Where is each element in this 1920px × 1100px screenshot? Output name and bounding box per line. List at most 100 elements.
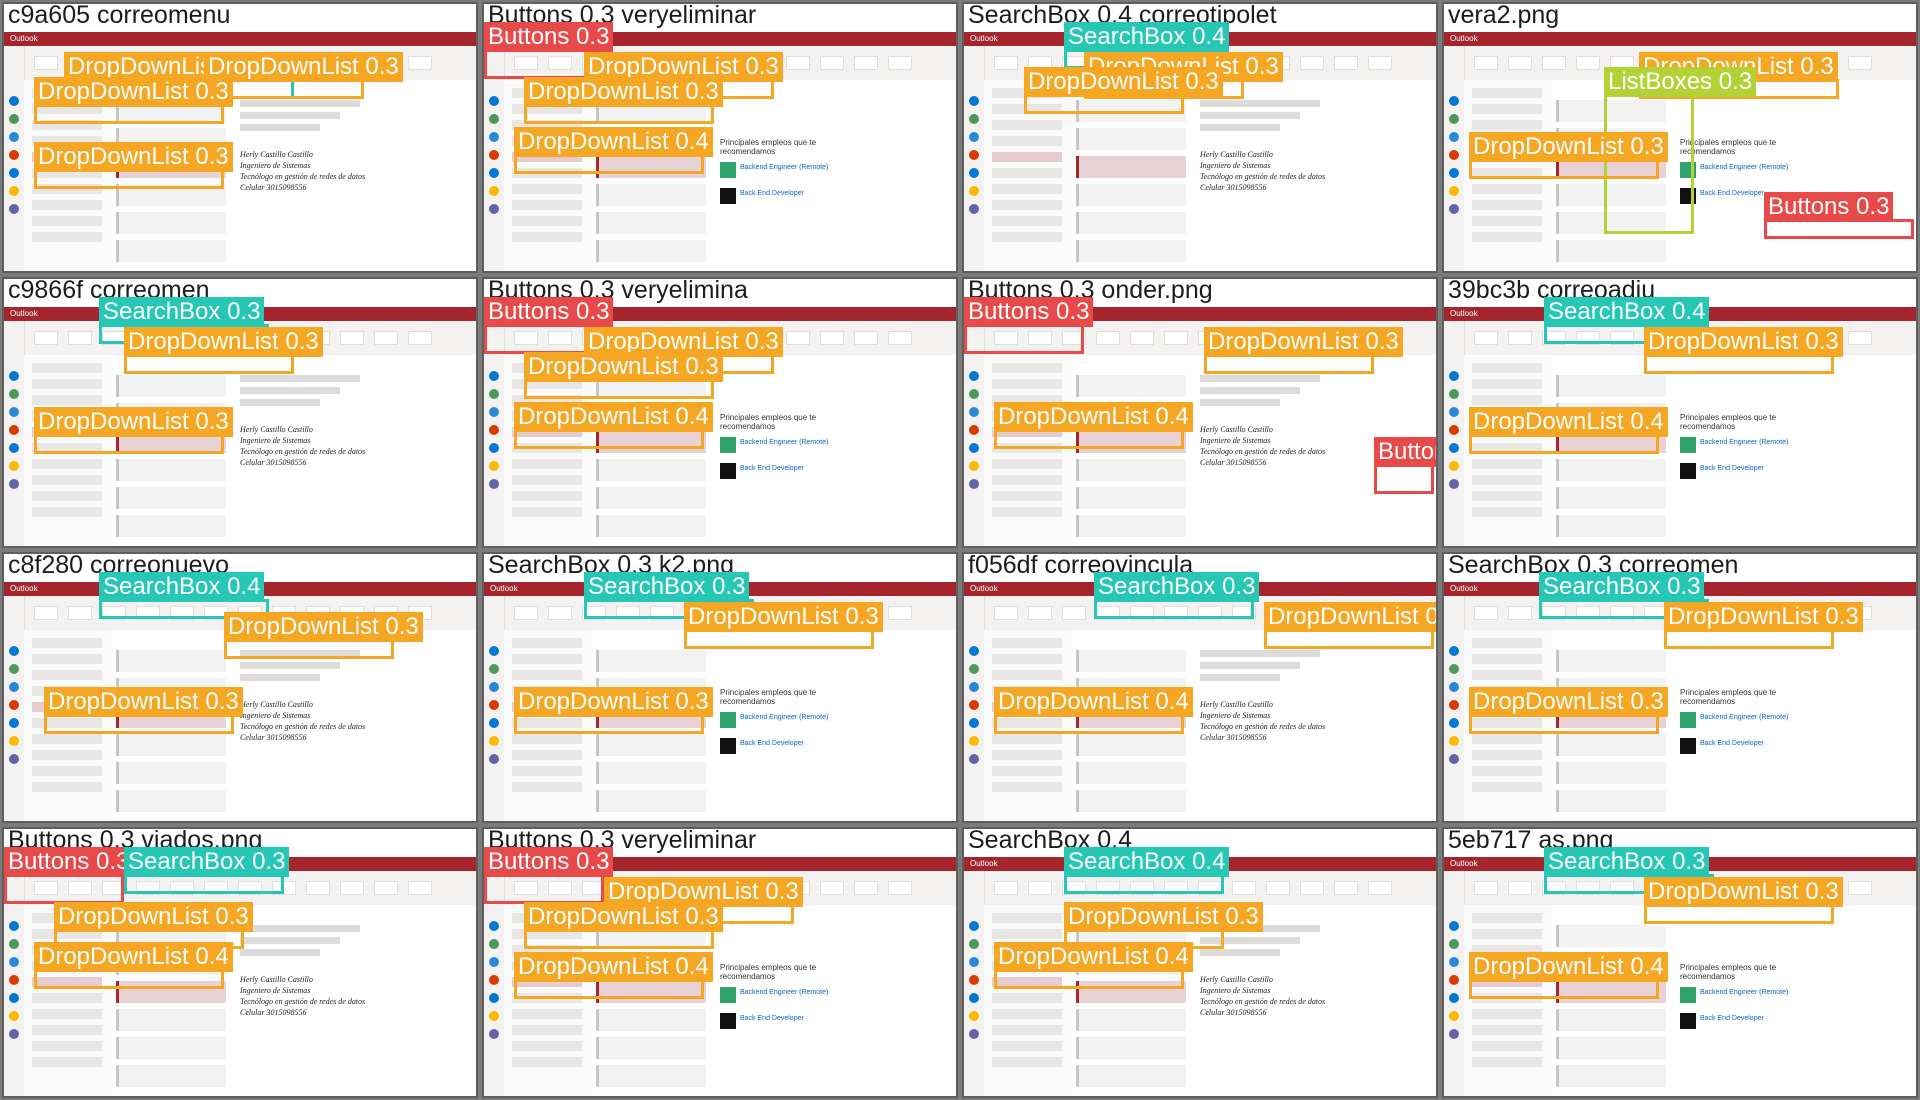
app-icon[interactable]: [1449, 114, 1459, 124]
message-item[interactable]: [116, 762, 226, 784]
ribbon-button[interactable]: [1848, 881, 1872, 895]
app-icon[interactable]: [969, 114, 979, 124]
app-icon[interactable]: [9, 479, 19, 489]
folder-item[interactable]: [1472, 200, 1542, 210]
message-item[interactable]: [116, 212, 226, 234]
folder-item[interactable]: [992, 913, 1062, 923]
app-icon[interactable]: [9, 718, 19, 728]
ribbon-button[interactable]: [408, 881, 432, 895]
folder-item[interactable]: [1472, 459, 1542, 469]
app-icon[interactable]: [969, 150, 979, 160]
folder-item[interactable]: [1472, 782, 1542, 792]
message-item[interactable]: [116, 375, 226, 397]
app-icon[interactable]: [9, 96, 19, 106]
app-icon[interactable]: [489, 754, 499, 764]
ribbon-button[interactable]: [820, 331, 844, 345]
folder-item[interactable]: [992, 993, 1062, 1003]
folder-item[interactable]: [32, 379, 102, 389]
folder-item[interactable]: [512, 1057, 582, 1067]
message-item[interactable]: [596, 734, 706, 756]
ribbon-button[interactable]: [1300, 881, 1324, 895]
message-item[interactable]: [1556, 1009, 1666, 1031]
message-item[interactable]: [1556, 487, 1666, 509]
app-icon[interactable]: [969, 204, 979, 214]
folder-item[interactable]: [32, 1057, 102, 1067]
app-icon[interactable]: [1449, 921, 1459, 931]
folder-item[interactable]: [512, 750, 582, 760]
ribbon-button[interactable]: [820, 56, 844, 70]
ribbon-button[interactable]: [408, 331, 432, 345]
job-title-link[interactable]: Back End Developer: [1700, 190, 1764, 197]
folder-item[interactable]: [992, 184, 1062, 194]
app-icon[interactable]: [489, 993, 499, 1003]
ribbon-button[interactable]: [1474, 606, 1498, 620]
folder-item[interactable]: [992, 1041, 1062, 1051]
app-icon[interactable]: [9, 993, 19, 1003]
ribbon-button[interactable]: [34, 56, 58, 70]
app-icon[interactable]: [489, 1029, 499, 1039]
folder-item[interactable]: [32, 475, 102, 485]
app-icon[interactable]: [9, 443, 19, 453]
app-icon[interactable]: [969, 479, 979, 489]
ribbon-button[interactable]: [854, 331, 878, 345]
folder-item[interactable]: [992, 491, 1062, 501]
app-icon[interactable]: [9, 461, 19, 471]
app-icon[interactable]: [1449, 186, 1459, 196]
folder-item[interactable]: [512, 654, 582, 664]
app-icon[interactable]: [1449, 700, 1459, 710]
app-icon[interactable]: [1449, 718, 1459, 728]
ribbon-button[interactable]: [1542, 56, 1566, 70]
app-icon[interactable]: [1449, 461, 1459, 471]
ribbon-button[interactable]: [888, 606, 912, 620]
folder-item[interactable]: [992, 232, 1062, 242]
app-icon[interactable]: [1449, 150, 1459, 160]
app-icon[interactable]: [9, 150, 19, 160]
ribbon-button[interactable]: [1062, 606, 1086, 620]
app-icon[interactable]: [489, 718, 499, 728]
folder-item[interactable]: [992, 766, 1062, 776]
ribbon-button[interactable]: [1474, 56, 1498, 70]
ribbon-button[interactable]: [994, 606, 1018, 620]
ribbon-button[interactable]: [1508, 881, 1532, 895]
message-item[interactable]: [116, 734, 226, 756]
job-title-link[interactable]: Backend Engineer (Remote): [740, 164, 828, 171]
folder-item[interactable]: [992, 475, 1062, 485]
folder-item[interactable]: [992, 136, 1062, 146]
app-icon[interactable]: [969, 682, 979, 692]
folder-item[interactable]: [992, 654, 1062, 664]
folder-item[interactable]: [1472, 363, 1542, 373]
ribbon-button[interactable]: [1848, 331, 1872, 345]
app-icon[interactable]: [969, 1029, 979, 1039]
message-item[interactable]: [116, 650, 226, 672]
message-item[interactable]: [116, 487, 226, 509]
ribbon-button[interactable]: [374, 881, 398, 895]
app-icon[interactable]: [969, 425, 979, 435]
app-icon[interactable]: [489, 664, 499, 674]
app-icon[interactable]: [9, 114, 19, 124]
ribbon-button[interactable]: [34, 606, 58, 620]
folder-item[interactable]: [512, 216, 582, 226]
app-icon[interactable]: [969, 407, 979, 417]
message-item[interactable]: [596, 650, 706, 672]
folder-item[interactable]: [512, 491, 582, 501]
folder-item[interactable]: [1472, 475, 1542, 485]
folder-item[interactable]: [1472, 1057, 1542, 1067]
message-item[interactable]: [1076, 790, 1186, 812]
ribbon-button[interactable]: [1576, 56, 1600, 70]
message-item[interactable]: [596, 459, 706, 481]
app-icon[interactable]: [489, 921, 499, 931]
app-icon[interactable]: [9, 168, 19, 178]
message-item[interactable]: [116, 1065, 226, 1087]
app-icon[interactable]: [489, 96, 499, 106]
app-icon[interactable]: [1449, 389, 1459, 399]
folder-item[interactable]: [1472, 1025, 1542, 1035]
folder-item[interactable]: [512, 1009, 582, 1019]
app-icon[interactable]: [489, 371, 499, 381]
folder-item[interactable]: [1472, 491, 1542, 501]
message-item[interactable]: [1556, 375, 1666, 397]
folder-item[interactable]: [992, 459, 1062, 469]
folder-item[interactable]: [32, 216, 102, 226]
app-icon[interactable]: [489, 957, 499, 967]
job-title-link[interactable]: Backend Engineer (Remote): [740, 439, 828, 446]
folder-item[interactable]: [32, 1009, 102, 1019]
